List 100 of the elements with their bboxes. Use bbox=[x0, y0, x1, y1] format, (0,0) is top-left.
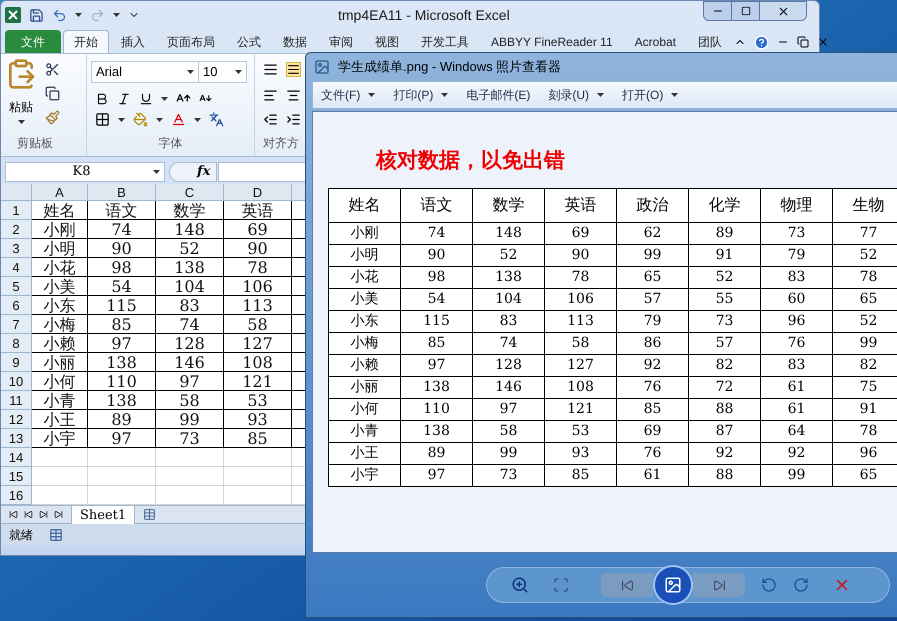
row-header[interactable]: 9 bbox=[1, 353, 32, 372]
table-cell: 69 bbox=[616, 420, 688, 442]
row-header[interactable]: 7 bbox=[1, 315, 32, 334]
close-button[interactable] bbox=[760, 2, 806, 20]
ribbon-tab[interactable]: 数据 bbox=[273, 30, 317, 53]
sheet-tab[interactable]: Sheet1 bbox=[71, 506, 136, 524]
table-cell: 语文 bbox=[88, 201, 156, 220]
ribbon-tab[interactable]: 开始 bbox=[63, 30, 109, 53]
increase-indent-icon[interactable] bbox=[286, 112, 301, 127]
zoom-icon[interactable] bbox=[511, 576, 529, 594]
ribbon-tab[interactable]: 审阅 bbox=[319, 30, 363, 53]
save-icon[interactable] bbox=[29, 8, 44, 22]
middle-align-icon[interactable] bbox=[286, 62, 301, 77]
name-box[interactable]: K8 bbox=[5, 162, 165, 182]
table-cell: 61 bbox=[760, 376, 832, 398]
rotate-right-icon[interactable] bbox=[793, 577, 809, 593]
table-header: 生物 bbox=[832, 188, 897, 222]
row-header[interactable]: 2 bbox=[1, 220, 32, 239]
table-cell: 113 bbox=[224, 296, 292, 315]
macro-record-icon[interactable] bbox=[49, 528, 63, 542]
ribbon-tab[interactable]: 视图 bbox=[365, 30, 409, 53]
top-align-icon[interactable] bbox=[263, 62, 278, 77]
bold-icon[interactable] bbox=[95, 92, 109, 106]
restore-workbook-icon[interactable] bbox=[797, 36, 809, 48]
table-cell: 小青 bbox=[32, 391, 88, 410]
row-header[interactable]: 14 bbox=[1, 448, 32, 467]
row-header[interactable]: 8 bbox=[1, 334, 32, 353]
help-icon[interactable] bbox=[754, 34, 769, 50]
table-cell: 97 bbox=[400, 354, 472, 376]
table-cell: 85 bbox=[544, 464, 616, 486]
decrease-indent-icon[interactable] bbox=[263, 112, 278, 127]
file-tab[interactable]: 文件 bbox=[5, 30, 61, 53]
undo-icon[interactable] bbox=[52, 8, 67, 22]
ribbon-tab[interactable]: ABBYY FineReader 11 bbox=[481, 30, 623, 53]
fit-to-window-icon[interactable] bbox=[553, 577, 569, 593]
row-header[interactable]: 15 bbox=[1, 467, 32, 486]
menu-item[interactable]: 打印(P) bbox=[393, 86, 434, 104]
menu-item[interactable]: 电子邮件(E) bbox=[466, 86, 530, 104]
underline-icon[interactable] bbox=[139, 92, 153, 106]
font-color-icon[interactable] bbox=[171, 112, 186, 127]
formula-field[interactable] bbox=[218, 162, 306, 182]
caret-icon[interactable] bbox=[597, 93, 604, 97]
ribbon-tab[interactable]: Acrobat bbox=[624, 30, 686, 53]
cut-icon[interactable] bbox=[45, 62, 60, 77]
table-cell: 73 bbox=[688, 310, 760, 332]
close-workbook-icon[interactable] bbox=[817, 36, 829, 48]
row-header[interactable]: 4 bbox=[1, 258, 32, 277]
align-left-icon[interactable] bbox=[263, 88, 278, 103]
align-center-icon[interactable] bbox=[286, 88, 301, 103]
column-header[interactable]: B bbox=[88, 184, 156, 201]
borders-icon[interactable] bbox=[95, 112, 110, 127]
column-header[interactable]: A bbox=[32, 184, 88, 201]
table-cell: 90 bbox=[88, 239, 156, 258]
table-cell: 138 bbox=[400, 376, 472, 398]
caret-icon[interactable] bbox=[368, 93, 376, 97]
first-sheet-icon[interactable] bbox=[9, 510, 18, 519]
ribbon-tab[interactable]: 开发工具 bbox=[411, 30, 479, 53]
previous-sheet-icon[interactable] bbox=[24, 510, 33, 519]
table-cell: 85 bbox=[400, 332, 472, 354]
row-header[interactable]: 16 bbox=[1, 486, 32, 505]
phonetic-icon[interactable] bbox=[209, 112, 224, 127]
ribbon-tab[interactable]: 团队 bbox=[688, 30, 732, 53]
row-header[interactable]: 6 bbox=[1, 296, 32, 315]
ribbon-tab[interactable]: 公式 bbox=[227, 30, 271, 53]
window-title: tmp4EA11 - Microsoft Excel bbox=[338, 6, 510, 25]
row-header[interactable]: 11 bbox=[1, 391, 32, 410]
table-cell: 小刚 bbox=[32, 220, 88, 239]
fill-color-icon[interactable] bbox=[133, 112, 148, 127]
font-name-field[interactable]: Arial bbox=[91, 61, 199, 83]
rotate-left-icon[interactable] bbox=[761, 577, 777, 593]
caret-icon[interactable] bbox=[671, 93, 678, 97]
paste-label[interactable]: 粘贴 bbox=[9, 98, 33, 116]
row-header[interactable]: 3 bbox=[1, 239, 32, 258]
table-cell: 57 bbox=[616, 288, 688, 310]
table-cell: 128 bbox=[472, 354, 544, 376]
table-cell: 121 bbox=[544, 398, 616, 420]
column-header[interactable]: D bbox=[224, 184, 292, 201]
menu-item[interactable]: 刻录(U) bbox=[548, 86, 589, 104]
font-size-field[interactable]: 10 bbox=[199, 61, 247, 83]
caret-icon[interactable] bbox=[441, 93, 448, 97]
ribbon-tab[interactable]: 页面布局 bbox=[157, 30, 225, 53]
copy-icon[interactable] bbox=[45, 86, 60, 101]
last-sheet-icon[interactable] bbox=[54, 510, 63, 519]
row-header[interactable]: 12 bbox=[1, 410, 32, 429]
table-cell: 小赖 bbox=[328, 354, 400, 376]
row-header[interactable]: 5 bbox=[1, 277, 32, 296]
ribbon-tab[interactable]: 插入 bbox=[111, 30, 155, 53]
row-header[interactable]: 13 bbox=[1, 429, 32, 448]
next-sheet-icon[interactable] bbox=[39, 510, 48, 519]
menu-item[interactable]: 文件(F) bbox=[321, 86, 360, 104]
insert-sheet-icon[interactable] bbox=[143, 508, 156, 521]
row-header[interactable]: 10 bbox=[1, 372, 32, 391]
row-header[interactable]: 1 bbox=[1, 201, 32, 220]
italic-icon[interactable] bbox=[117, 92, 131, 106]
column-header[interactable] bbox=[292, 184, 306, 201]
table-cell: 99 bbox=[616, 244, 688, 266]
column-header[interactable]: C bbox=[156, 184, 224, 201]
slideshow-button[interactable] bbox=[653, 565, 693, 605]
format-painter-icon[interactable] bbox=[45, 110, 60, 125]
menu-item[interactable]: 打开(O) bbox=[622, 86, 664, 104]
